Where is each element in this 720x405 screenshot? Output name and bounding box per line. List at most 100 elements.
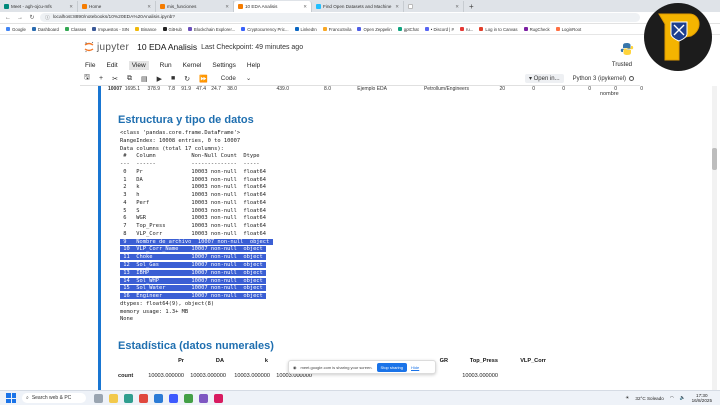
chevron-down-icon: ⌄ (245, 75, 252, 82)
url-field[interactable]: ⓘ localhost:8890/notebooks/10%20EDA%20An… (40, 13, 640, 22)
cell-type-select[interactable]: Code ⌄ (221, 75, 251, 82)
site-info-icon[interactable]: ⓘ (45, 14, 50, 21)
section-heading-stats: Estadística (datos numerales) (118, 340, 274, 352)
bookmark-item[interactable]: FrancoSvila (322, 27, 351, 32)
browser-tab-home[interactable]: Home ✕ (78, 1, 156, 12)
bookmark-item[interactable]: Open Zeppelin (357, 27, 392, 32)
menu-view[interactable]: View (128, 60, 149, 70)
close-tab-icon[interactable]: ✕ (455, 4, 459, 10)
taskbar-search[interactable]: ⌕ Search web & PC (22, 393, 86, 403)
scrollbar-thumb[interactable] (712, 148, 717, 170)
windows-taskbar: ⌕ Search web & PC ☀ 32°C Soleado ◠ 🔈 17:… (0, 390, 720, 405)
volume-icon[interactable]: 🔈 (680, 395, 686, 401)
browser-tab-kaggle[interactable]: Find Open Datasets and Machine ✕ (312, 1, 404, 12)
bookmarks-bar: Google Dashboard Classes Impuestos - SIN… (0, 24, 720, 35)
cut-icon[interactable]: ✂ (112, 75, 118, 83)
bookmark-item[interactable]: LoginRoot (555, 27, 581, 32)
bookmark-item[interactable]: RugCheck (523, 27, 550, 32)
save-icon[interactable]: 🖫 (84, 73, 90, 84)
close-tab-icon[interactable]: ✕ (395, 4, 399, 10)
app-icon[interactable] (184, 393, 193, 403)
stop-sharing-button[interactable]: Stop sharing (376, 362, 408, 372)
fast-forward-icon[interactable]: ⏩ (199, 75, 208, 83)
column-header: DA (215, 358, 224, 364)
row-label: count (118, 373, 134, 379)
table-cell: 0 (588, 86, 591, 92)
bookmark-item[interactable]: Impuestos - SIN (92, 27, 129, 32)
add-cell-icon[interactable]: + (99, 75, 103, 82)
selection-highlight: 12 Sol_Gas 10007 non-null object (120, 262, 267, 269)
app-icon[interactable] (214, 393, 223, 403)
restart-icon[interactable]: ↻ (184, 75, 190, 83)
row-index: 10007 (108, 86, 122, 92)
bookmark-item[interactable]: ru... (459, 27, 473, 32)
bookmark-item[interactable]: GitHub (162, 27, 182, 32)
kernel-status[interactable]: Python 3 (ipykernel) (573, 76, 634, 82)
vscode-icon[interactable] (154, 393, 163, 403)
hide-banner-link[interactable]: Hide (411, 365, 419, 370)
clock[interactable]: 17:30 16/8/2025 (692, 393, 712, 404)
info-line: 8 VLP_Corr 10003 non-null float64 (120, 230, 267, 237)
jupyter-logo[interactable]: jupyter (84, 41, 129, 53)
bookmark-item[interactable]: Blockchain Explorer... (187, 27, 235, 32)
selection-highlight: 9 Nombre de archivo 10007 non-null objec… (120, 238, 273, 245)
browser-tab-eda[interactable]: 10 EDA Analisis ✕ (234, 1, 312, 12)
menu-help[interactable]: Help (247, 62, 260, 69)
stop-icon[interactable]: ■ (171, 75, 175, 82)
table-cell: 7.8 (168, 86, 175, 92)
menu-settings[interactable]: Settings (212, 62, 236, 69)
menu-kernel[interactable]: Kernel (183, 62, 202, 69)
table-cell: 20 (499, 86, 505, 92)
menu-edit[interactable]: Edit (106, 62, 117, 69)
edge-icon[interactable] (124, 393, 133, 403)
back-icon[interactable]: ← (4, 15, 12, 21)
close-tab-icon[interactable]: ✕ (147, 4, 151, 10)
chrome-icon[interactable] (139, 393, 148, 403)
bookmark-item[interactable]: Log in to Canvas (479, 27, 518, 32)
bookmark-item[interactable]: Google (6, 27, 26, 32)
bookmark-item[interactable]: Classes (64, 27, 86, 32)
browser-tab-mis-funciones[interactable]: mis_funciones ✕ (156, 1, 234, 12)
weather-text[interactable]: 32°C Soleado (635, 396, 663, 401)
bookmark-item[interactable]: • Discord | # (424, 27, 454, 32)
bookmark-item[interactable]: gptChat (397, 27, 419, 32)
app-icon[interactable] (169, 393, 178, 403)
menu-file[interactable]: File (85, 62, 95, 69)
wifi-icon[interactable]: ◠ (670, 395, 674, 401)
table-cell: 24.7 (211, 86, 221, 92)
bookmark-item[interactable]: Cryptocurrency Pric... (241, 27, 289, 32)
close-tab-icon[interactable]: ✕ (225, 4, 229, 10)
close-tab-icon[interactable]: ✕ (69, 4, 73, 10)
table-cell: 10003.000000 (234, 373, 270, 379)
info-line: 5 S 10003 non-null float64 (120, 207, 267, 214)
forward-icon[interactable]: → (16, 15, 24, 21)
reload-icon[interactable]: ↻ (28, 14, 36, 21)
app-icon[interactable] (199, 393, 208, 403)
trusted-indicator[interactable]: Trusted (612, 62, 632, 68)
run-icon[interactable]: ▶ (157, 75, 162, 83)
paste-icon[interactable]: ▤ (141, 75, 148, 83)
notebook-title[interactable]: 10 EDA Analisis (137, 42, 197, 52)
browser-tab-meet[interactable]: Meet - agh-ojcu-mfs ✕ (0, 1, 78, 12)
bookmark-item[interactable]: Binance (135, 27, 157, 32)
column-header: Top_Press (469, 358, 498, 364)
bookmark-item[interactable]: Dashboard (31, 27, 59, 32)
taskbar-apps (94, 393, 223, 403)
file-explorer-icon[interactable] (109, 393, 118, 403)
page-scrollbar[interactable] (712, 86, 717, 390)
copy-icon[interactable]: ⧉ (127, 75, 132, 83)
close-tab-icon[interactable]: ✕ (303, 4, 307, 10)
menu-run[interactable]: Run (160, 62, 172, 69)
new-tab-button[interactable]: + (464, 1, 479, 12)
p-shield-logo-icon (658, 13, 700, 61)
weather-icon[interactable]: ☀ (625, 395, 629, 401)
info-line: RangeIndex: 10008 entries, 0 to 10007 (120, 137, 241, 144)
classes-icon (64, 27, 69, 31)
column-header: VLP_Corr (520, 358, 546, 364)
open-in-button[interactable]: ▾ Open in... (524, 74, 564, 83)
bookmark-item[interactable]: LinkedIn (294, 27, 317, 32)
browser-tab-blank[interactable]: ✕ (404, 1, 464, 12)
task-view-icon[interactable] (94, 393, 103, 403)
search-placeholder: Search web & PC (31, 395, 72, 401)
windows-start-icon[interactable] (6, 393, 16, 403)
